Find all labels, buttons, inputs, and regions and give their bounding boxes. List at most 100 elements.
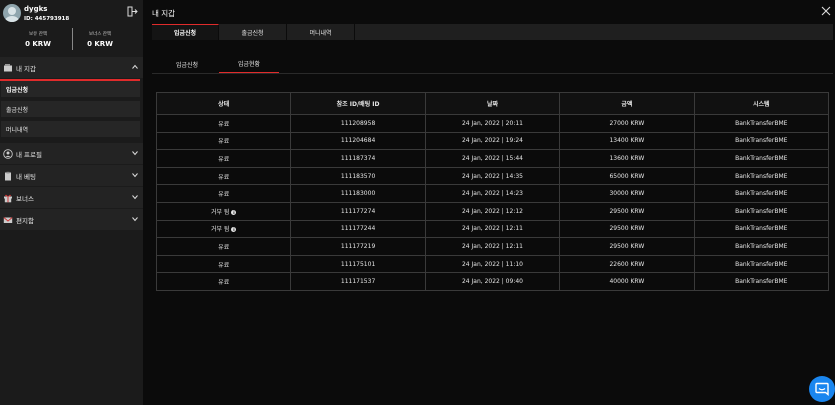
status-cell-text: 유료 bbox=[218, 243, 230, 251]
gift-icon bbox=[4, 194, 12, 202]
date-cell-text: 24 Jan, 2022 | 12:11 bbox=[461, 225, 523, 233]
ref-id-cell: 111183570 bbox=[290, 166, 426, 186]
sidebar-item-withdraw[interactable]: 출금신청 bbox=[1, 101, 140, 117]
date-cell-text: 24 Jan, 2022 | 14:23 bbox=[461, 190, 523, 198]
date-cell-text: 24 Jan, 2022 | 11:10 bbox=[461, 260, 523, 268]
table-row: 유료 111183570 24 Jan, 2022 | 14:35 65000 KRW… bbox=[155, 166, 830, 186]
subtab-deposit-request[interactable]: 입금신청 bbox=[157, 55, 217, 73]
system-cell-text: BankTransferBME bbox=[735, 137, 788, 145]
date-cell-text: 24 Jan, 2022 | 14:35 bbox=[461, 172, 523, 180]
ref-id-cell: 111208958 bbox=[290, 114, 426, 133]
menu-inbox-label: 편지함 bbox=[16, 216, 34, 225]
date-cell: 24 Jan, 2022 | 12:11 bbox=[424, 219, 561, 239]
table-row: 유료 111204684 24 Jan, 2022 | 19:24 13400 KRW… bbox=[155, 131, 830, 151]
amount-cell-text: 40000 KRW bbox=[609, 278, 645, 286]
sidebar-item-money-history[interactable]: 머니내역 bbox=[1, 121, 140, 137]
tab-deposit[interactable]: 입금신청 bbox=[152, 24, 219, 40]
info-icon[interactable]: i bbox=[231, 227, 237, 233]
system-cell-text: BankTransferBME bbox=[735, 260, 788, 268]
menu-bets[interactable]: 내 베팅 bbox=[0, 165, 143, 186]
ref-id-cell-text: 111177244 bbox=[340, 225, 376, 233]
bonus-balance-value: 0 KRW bbox=[87, 40, 113, 48]
main-balance: 보유 잔액 0 KRW bbox=[8, 31, 68, 48]
system-cell: BankTransferBME bbox=[693, 131, 830, 151]
chevron-up-icon bbox=[132, 64, 138, 69]
status-cell-text: 유료 bbox=[218, 155, 230, 163]
status-cell: 유료 bbox=[155, 166, 292, 186]
user-circle-icon bbox=[3, 148, 13, 159]
username: dygks bbox=[24, 5, 48, 13]
menu-wallet-label: 내 지갑 bbox=[16, 64, 37, 73]
subtab-divider bbox=[152, 73, 833, 74]
system-cell-text: BankTransferBME bbox=[735, 242, 788, 250]
table-row: 유료 111183000 24 Jan, 2022 | 14:23 30000 KRW… bbox=[155, 184, 830, 203]
page-title: 내 지갑 bbox=[152, 9, 176, 18]
menu-bonus[interactable]: 보너스 bbox=[0, 187, 143, 208]
table-row: 유료 111175101 24 Jan, 2022 | 11:10 22600 KRW… bbox=[155, 254, 830, 274]
amount-cell-text: 30000 KRW bbox=[609, 190, 645, 198]
system-cell-text: BankTransferBME bbox=[735, 190, 788, 198]
ref-id-cell-text: 111183000 bbox=[340, 190, 376, 198]
status-cell: 유료 bbox=[155, 149, 292, 168]
ref-id-cell: 111204684 bbox=[290, 131, 426, 151]
close-icon[interactable] bbox=[821, 6, 831, 16]
amount-cell-text: 22600 KRW bbox=[609, 260, 645, 268]
menu-inbox[interactable]: 편지함 bbox=[0, 209, 143, 230]
menu-wallet[interactable]: 내 지갑 bbox=[0, 57, 143, 78]
chevron-down-icon bbox=[132, 217, 138, 222]
chat-button[interactable] bbox=[809, 376, 835, 402]
system-cell: BankTransferBME bbox=[693, 254, 830, 274]
date-cell: 24 Jan, 2022 | 15:44 bbox=[424, 149, 561, 168]
date-cell: 24 Jan, 2022 | 09:40 bbox=[424, 272, 561, 291]
chat-icon bbox=[815, 382, 829, 396]
clipboard-icon bbox=[5, 171, 11, 180]
date-cell: 24 Jan, 2022 | 14:23 bbox=[424, 184, 561, 203]
info-icon[interactable]: i bbox=[231, 209, 237, 215]
menu-bets-label: 내 베팅 bbox=[16, 172, 37, 181]
amount-cell: 27000 KRW bbox=[559, 114, 695, 133]
main-balance-label: 보유 잔액 bbox=[29, 32, 47, 37]
table-row: 유료 111177219 24 Jan, 2022 | 12:11 29500 KRW… bbox=[155, 237, 830, 256]
ref-id-cell: 111177274 bbox=[290, 201, 426, 221]
avatar[interactable] bbox=[3, 4, 21, 22]
balances: 보유 잔액 0 KRW 보너스 잔액 0 KRW bbox=[0, 27, 143, 53]
system-cell: BankTransferBME bbox=[693, 237, 830, 256]
header-status: 상태 bbox=[155, 92, 292, 115]
table-row: 유료 111208958 24 Jan, 2022 | 20:11 27000 KRW… bbox=[155, 114, 830, 133]
ref-id-cell-text: 111204684 bbox=[340, 137, 376, 145]
header-amount: 금액 bbox=[559, 92, 695, 115]
ref-id-cell: 111177219 bbox=[290, 237, 426, 256]
logout-icon[interactable] bbox=[127, 6, 138, 17]
ref-id-cell: 111177244 bbox=[290, 219, 426, 239]
status-cell-text: 유료 bbox=[218, 138, 230, 146]
chevron-down-icon bbox=[132, 151, 138, 156]
ref-id-cell-text: 111183570 bbox=[340, 172, 376, 180]
ref-id-cell-text: 111177274 bbox=[340, 207, 376, 215]
tab-withdraw[interactable]: 출금신청 bbox=[219, 24, 287, 40]
header-date: 날짜 bbox=[424, 92, 561, 115]
profile-header: dygks ID: 445793918 bbox=[0, 0, 143, 27]
status-cell: 유료 bbox=[155, 272, 292, 291]
menu-profile-label: 내 프로필 bbox=[16, 150, 42, 159]
ref-id-cell: 111183000 bbox=[290, 184, 426, 203]
ref-id-cell-text: 111177219 bbox=[340, 242, 376, 250]
status-cell-text: 유료 bbox=[218, 191, 230, 199]
amount-cell-text: 29500 KRW bbox=[609, 242, 645, 250]
date-cell-text: 24 Jan, 2022 | 12:11 bbox=[461, 242, 523, 250]
date-cell-text: 24 Jan, 2022 | 20:11 bbox=[461, 119, 523, 127]
amount-cell-text: 27000 KRW bbox=[609, 119, 645, 127]
status-cell: 유료 bbox=[155, 184, 292, 203]
system-cell-text: BankTransferBME bbox=[735, 278, 788, 286]
system-cell-text: BankTransferBME bbox=[735, 207, 788, 215]
tab-money-history[interactable]: 머니내역 bbox=[287, 24, 355, 40]
sidebar-item-deposit[interactable]: 입금신청 bbox=[1, 81, 140, 97]
ref-id-cell-text: 111208958 bbox=[340, 119, 376, 127]
menu-bonus-label: 보너스 bbox=[16, 194, 34, 203]
amount-cell-text: 29500 KRW bbox=[609, 225, 645, 233]
system-cell-text: BankTransferBME bbox=[735, 225, 788, 233]
subtab-deposit-status[interactable]: 입금현황 bbox=[219, 55, 279, 73]
table-row: 거부 됨 i 111177244 24 Jan, 2022 | 12:11 29500 … bbox=[155, 219, 830, 239]
system-cell: BankTransferBME bbox=[693, 114, 830, 133]
menu-profile[interactable]: 내 프로필 bbox=[0, 143, 143, 164]
table-header-row: 상태 참조 ID/배팅 ID 날짜 금액 시스템 bbox=[155, 92, 830, 115]
